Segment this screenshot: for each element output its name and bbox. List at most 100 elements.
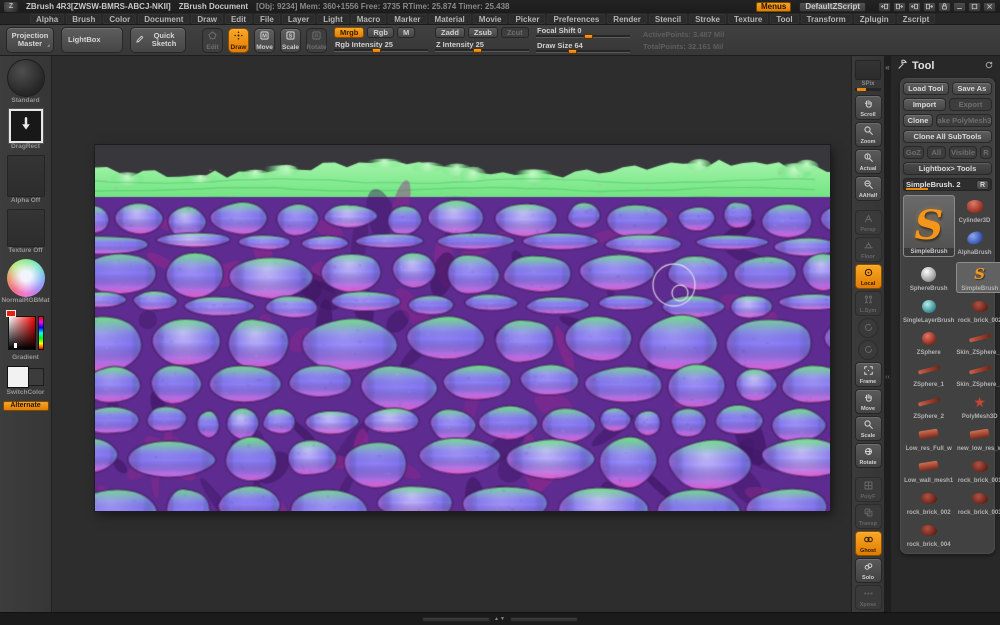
tool-thumb-zsphere_1[interactable]: ZSphere_1 [903,358,954,389]
menu-item-picker[interactable]: Picker [509,14,545,24]
alpha-thumbnail[interactable] [7,155,45,197]
tool-thumb-low_wall_mesh1[interactable]: Low_wall_mesh1 [903,454,954,485]
current-tool-bar[interactable]: SimpleBrush. 2 R [903,178,992,191]
document-area[interactable] [52,56,851,612]
actual-button[interactable]: Actual [855,149,882,174]
tool-thumb-rock_brick_002[interactable]: rock_brick_002 [956,294,1000,325]
alternate-button[interactable]: Alternate [3,401,49,411]
color-picker[interactable] [6,310,46,354]
tray-collapse-icon[interactable]: « [884,64,891,72]
menu-item-document[interactable]: Document [138,14,189,24]
menu-item-texture[interactable]: Texture [728,14,768,24]
tool-thumb-zsphere[interactable]: ZSphere [903,326,954,357]
current-texture[interactable]: Texture Off [1,206,51,255]
doc-nav-left-icon[interactable] [878,2,891,12]
move-button[interactable]: Move [855,389,882,414]
rgb-intensity-slider[interactable]: Rgb Intensity 25 [334,40,428,53]
menu-item-light[interactable]: Light [317,14,349,24]
zadd-button[interactable]: Zadd [435,27,465,38]
menu-item-edit[interactable]: Edit [225,14,252,24]
scroll-button[interactable]: Scroll [855,95,882,120]
menu-item-stencil[interactable]: Stencil [649,14,687,24]
tool-thumb-spherebrush[interactable]: SphereBrush [903,262,954,293]
material-thumbnail[interactable] [7,259,45,297]
hue-strip[interactable] [38,316,44,350]
slider-handle[interactable] [372,48,381,53]
bottom-tray-handle[interactable]: ▲▼ [422,616,578,622]
tool-thumb-rock_brick_003[interactable]: rock_brick_003 [956,486,1000,517]
close-icon[interactable] [983,2,996,12]
spix-handle[interactable] [857,88,866,91]
tray-arrows-icon[interactable]: ▲▼ [494,616,506,622]
lightbox-button[interactable]: LightBox [61,27,123,53]
texture-thumbnail[interactable] [7,209,45,247]
tool-thumb-rock_brick_001[interactable]: rock_brick_001 [956,454,1000,485]
clone-all-subtools-button[interactable]: Clone All SubTools [903,130,992,143]
lightbox-tools-button[interactable]: Lightbox> Tools [903,162,992,175]
handle-bar[interactable] [510,617,578,622]
menu-item-render[interactable]: Render [607,14,647,24]
rgb-button[interactable]: Rgb [367,27,394,38]
brush-thumbnail[interactable] [7,59,45,97]
menu-item-layer[interactable]: Layer [282,14,315,24]
focal-shift-slider[interactable]: Focal Shift 0 [536,26,630,39]
current-material[interactable]: NormalRGBMat [1,256,51,305]
quick-sketch-button[interactable]: Quick Sketch [130,27,186,53]
solo-button[interactable]: Solo [855,558,882,583]
draw-size-slider[interactable]: Draw Size 64 [536,41,630,54]
default-zscript-button[interactable]: DefaultZScript [799,2,866,12]
menus-button[interactable]: Menus [756,2,791,12]
menu-item-stroke[interactable]: Stroke [689,14,726,24]
maximize-icon[interactable] [968,2,981,12]
ghost-button[interactable]: Ghost [855,531,882,556]
tool-thumb-rock_brick_004[interactable]: rock_brick_004 [903,518,954,549]
saturation-square[interactable] [8,316,36,350]
menu-item-zscript[interactable]: Zscript [897,14,936,24]
tray-divider[interactable]: « ‹‹ [884,56,891,612]
draw-mode-button[interactable]: Draw [228,28,249,53]
stroke-thumbnail[interactable] [9,109,43,143]
menu-item-brush[interactable]: Brush [66,14,101,24]
scale-mode-button[interactable]: SScale [280,28,301,53]
shelf-collapse-icon[interactable]: ‹‹ [884,374,891,381]
menu-item-transform[interactable]: Transform [801,14,852,24]
tool-thumb-simplebrush-large[interactable]: S SimpleBrush [903,195,955,257]
main-color-swatch[interactable] [7,366,29,388]
tool-thumb-new_low_res_w[interactable]: new_low_res_w [956,422,1000,453]
menu-item-preferences[interactable]: Preferences [547,14,605,24]
document-canvas[interactable] [95,145,830,511]
tool-palette-header[interactable]: Tool [891,56,1000,76]
slider-handle[interactable] [473,48,482,53]
switch-color[interactable]: SwitchColor [1,363,51,397]
tool-thumb-alphabrush[interactable]: AlphaBrush [957,227,992,257]
tool-thumb-polymesh3d[interactable]: ★PolyMesh3D [956,390,1000,421]
color-picker[interactable]: Gradient [1,306,51,362]
tool-thumb-simplebrush[interactable]: SSimpleBrush [956,262,1000,293]
zoom-button[interactable]: Zoom [855,122,882,147]
current-alpha[interactable]: Alpha Off [1,152,51,205]
current-stroke[interactable]: DragRect [1,106,51,151]
doc-nav-right-icon[interactable] [893,2,906,12]
menu-item-alpha[interactable]: Alpha [30,14,64,24]
spix-slider[interactable] [855,88,881,91]
minimize-icon[interactable] [953,2,966,12]
tool-thumb-low_res_full_w[interactable]: Low_res_Full_w [903,422,954,453]
z-intensity-slider[interactable]: Z Intensity 25 [435,40,529,53]
zsub-button[interactable]: Zsub [468,27,498,38]
slider-handle[interactable] [568,49,577,54]
tool-thumb-skin_zsphere_2[interactable]: Skin_ZSphere_2 [956,358,1000,389]
switch-color-swatches[interactable] [4,365,48,389]
menu-item-material[interactable]: Material [429,14,471,24]
tool-thumb-zsphere_2[interactable]: ZSphere_2 [903,390,954,421]
menu-item-tool[interactable]: Tool [770,14,798,24]
tool-thumb-skin_zsphere_1[interactable]: Skin_ZSphere_1 [956,326,1000,357]
tray-toggle-left-icon[interactable] [908,2,921,12]
clone-button[interactable]: Clone [903,114,933,127]
menu-item-draw[interactable]: Draw [191,14,223,24]
rotate-button[interactable]: Rotate [855,443,882,468]
tool-thumb-rock_brick_002[interactable]: rock_brick_002 [903,486,954,517]
lock-icon[interactable] [938,2,951,12]
load-tool-button[interactable]: Load Tool [903,82,949,95]
slider-handle[interactable] [584,34,593,39]
menu-item-zplugin[interactable]: Zplugin [854,14,895,24]
